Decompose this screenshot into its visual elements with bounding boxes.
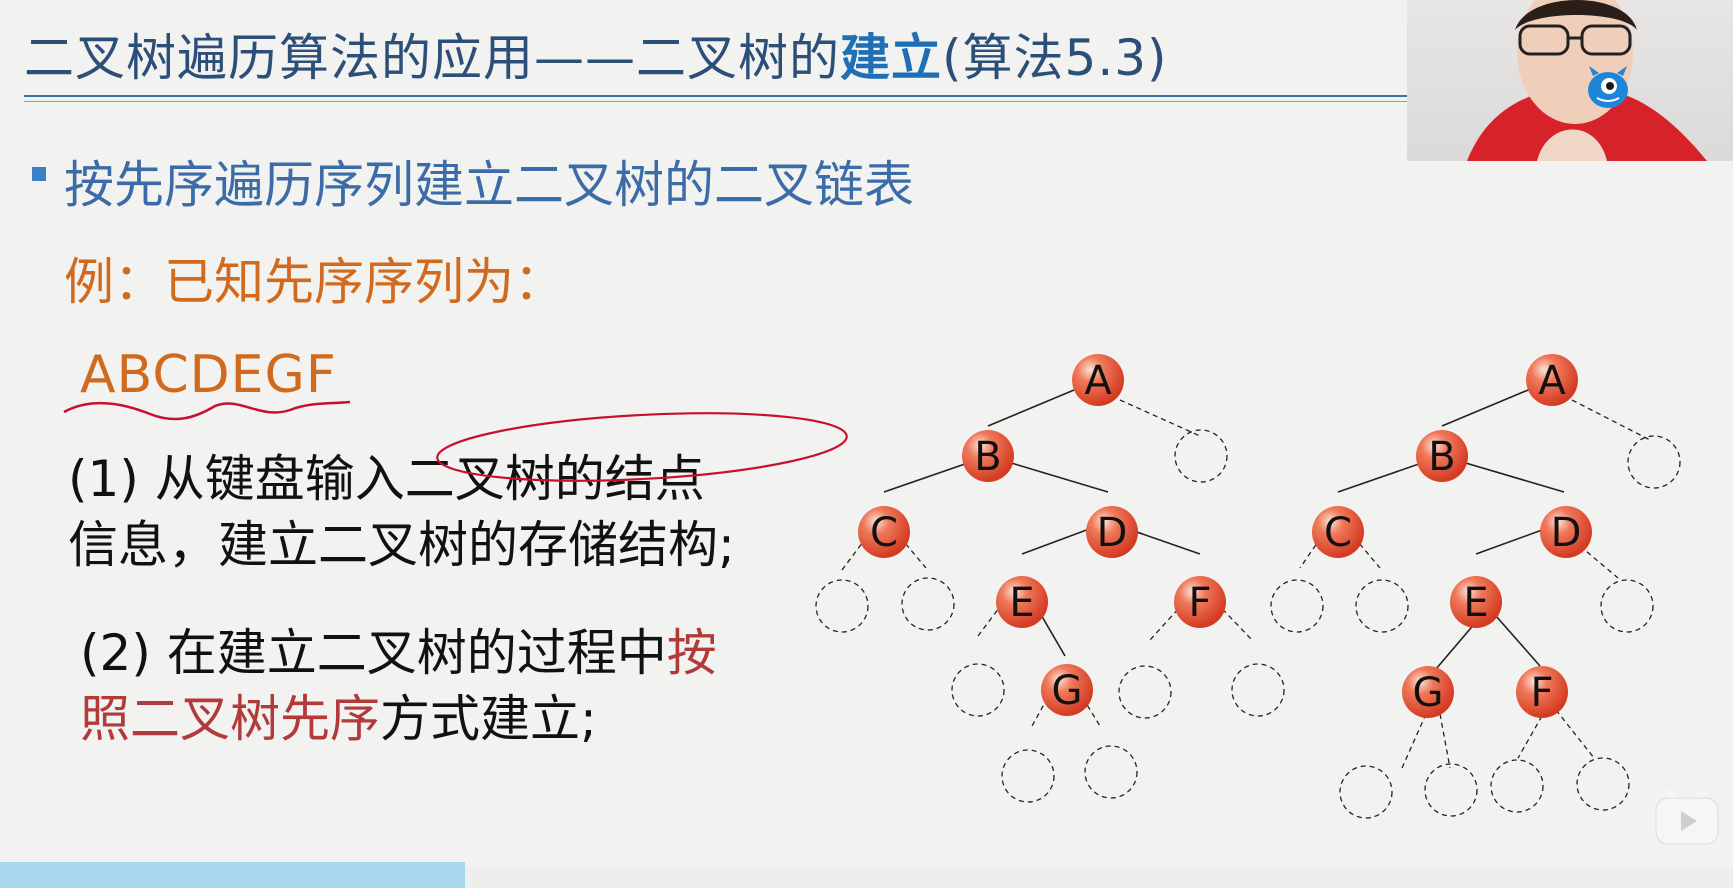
svg-text:F: F: [1188, 580, 1211, 626]
tree-2-nodes: A B C D E G F: [1312, 354, 1592, 718]
title-suffix: (算法5.3): [942, 29, 1168, 87]
step-1-line-1: (1) 从键盘输入二叉树的结点: [68, 450, 705, 508]
title-prefix: 二叉树遍历算法的应用——二叉树的: [24, 29, 840, 87]
example-label: 例：已知先序序列为：: [64, 253, 564, 311]
presenter-video: [1467, 0, 1707, 161]
slide: 二叉树遍历算法的应用——二叉树的建立(算法5.3) 按先序遍历序列建立二叉树的二…: [0, 0, 1733, 888]
tree-1: A B C D E F G: [815, 354, 1285, 803]
svg-text:G: G: [1413, 670, 1444, 716]
title-rule-thin: [24, 101, 1408, 102]
tree-diagrams: A B C D E F G A B C D E G F: [815, 354, 1681, 819]
tree-2-node-g: G: [1402, 666, 1454, 718]
tree-1-node-b: B: [962, 430, 1014, 482]
tree-2-node-f: F: [1516, 666, 1568, 718]
step-2-line-2-text: 方式建立;: [380, 690, 597, 748]
slide-title: 二叉树遍历算法的应用——二叉树的建立(算法5.3): [24, 18, 1168, 90]
svg-text:G: G: [1052, 668, 1083, 714]
tree-2-node-d: D: [1540, 506, 1592, 558]
svg-text:A: A: [1084, 358, 1112, 404]
preorder-sequence: ABCDEGF: [80, 345, 337, 405]
svg-text:D: D: [1551, 510, 1582, 556]
step-2: (2) 在建立二叉树的过程中按 照二叉树先序方式建立;: [80, 620, 717, 752]
bottom-strip: [465, 868, 1733, 888]
svg-text:E: E: [1009, 580, 1034, 626]
tree-2-node-e: E: [1450, 576, 1502, 628]
tree-2: A B C D E G F: [1270, 354, 1681, 819]
tree-1-nodes: A B C D E F G: [858, 354, 1226, 716]
bullet-marker: [32, 167, 46, 181]
svg-text:F: F: [1530, 670, 1553, 716]
step-2-line-1-text: (2) 在建立二叉树的过程中: [80, 624, 667, 682]
tree-2-node-c: C: [1312, 506, 1364, 558]
svg-text:E: E: [1463, 580, 1488, 626]
blue-mascot-icon: [1588, 66, 1628, 108]
svg-text:B: B: [1428, 434, 1455, 480]
step-1-line-2: 信息，建立二叉树的存储结构;: [68, 516, 735, 574]
bullet-heading: 按先序遍历序列建立二叉树的二叉链表: [64, 156, 914, 214]
tree-1-node-f: F: [1174, 576, 1226, 628]
step-2-line-2-emphasis: 照二叉树先序: [80, 690, 380, 748]
tree-1-node-d: D: [1086, 506, 1138, 558]
svg-text:C: C: [870, 510, 898, 556]
svg-text:C: C: [1324, 510, 1352, 556]
step-2-line-1: (2) 在建立二叉树的过程中按: [80, 620, 717, 686]
tree-1-node-g: G: [1041, 664, 1093, 716]
step-2-line-1-emphasis: 按: [666, 624, 717, 682]
svg-text:A: A: [1538, 358, 1566, 404]
tree-2-node-a: A: [1526, 354, 1578, 406]
tree-1-node-c: C: [858, 506, 910, 558]
svg-text:B: B: [974, 434, 1001, 480]
title-highlight: 建立: [840, 29, 942, 87]
tree-2-node-b: B: [1416, 430, 1468, 482]
bottom-highlight-bar: [0, 862, 465, 888]
step-2-line-2: 照二叉树先序方式建立;: [80, 686, 717, 752]
svg-text:D: D: [1097, 510, 1128, 556]
webcam-overlay: [1407, 0, 1733, 161]
step-1: (1) 从键盘输入二叉树的结点 信息，建立二叉树的存储结构;: [68, 446, 735, 578]
tree-1-node-e: E: [996, 576, 1048, 628]
tree-1-node-a: A: [1072, 354, 1124, 406]
play-icon[interactable]: [1652, 784, 1722, 848]
title-rule: [24, 95, 1408, 97]
